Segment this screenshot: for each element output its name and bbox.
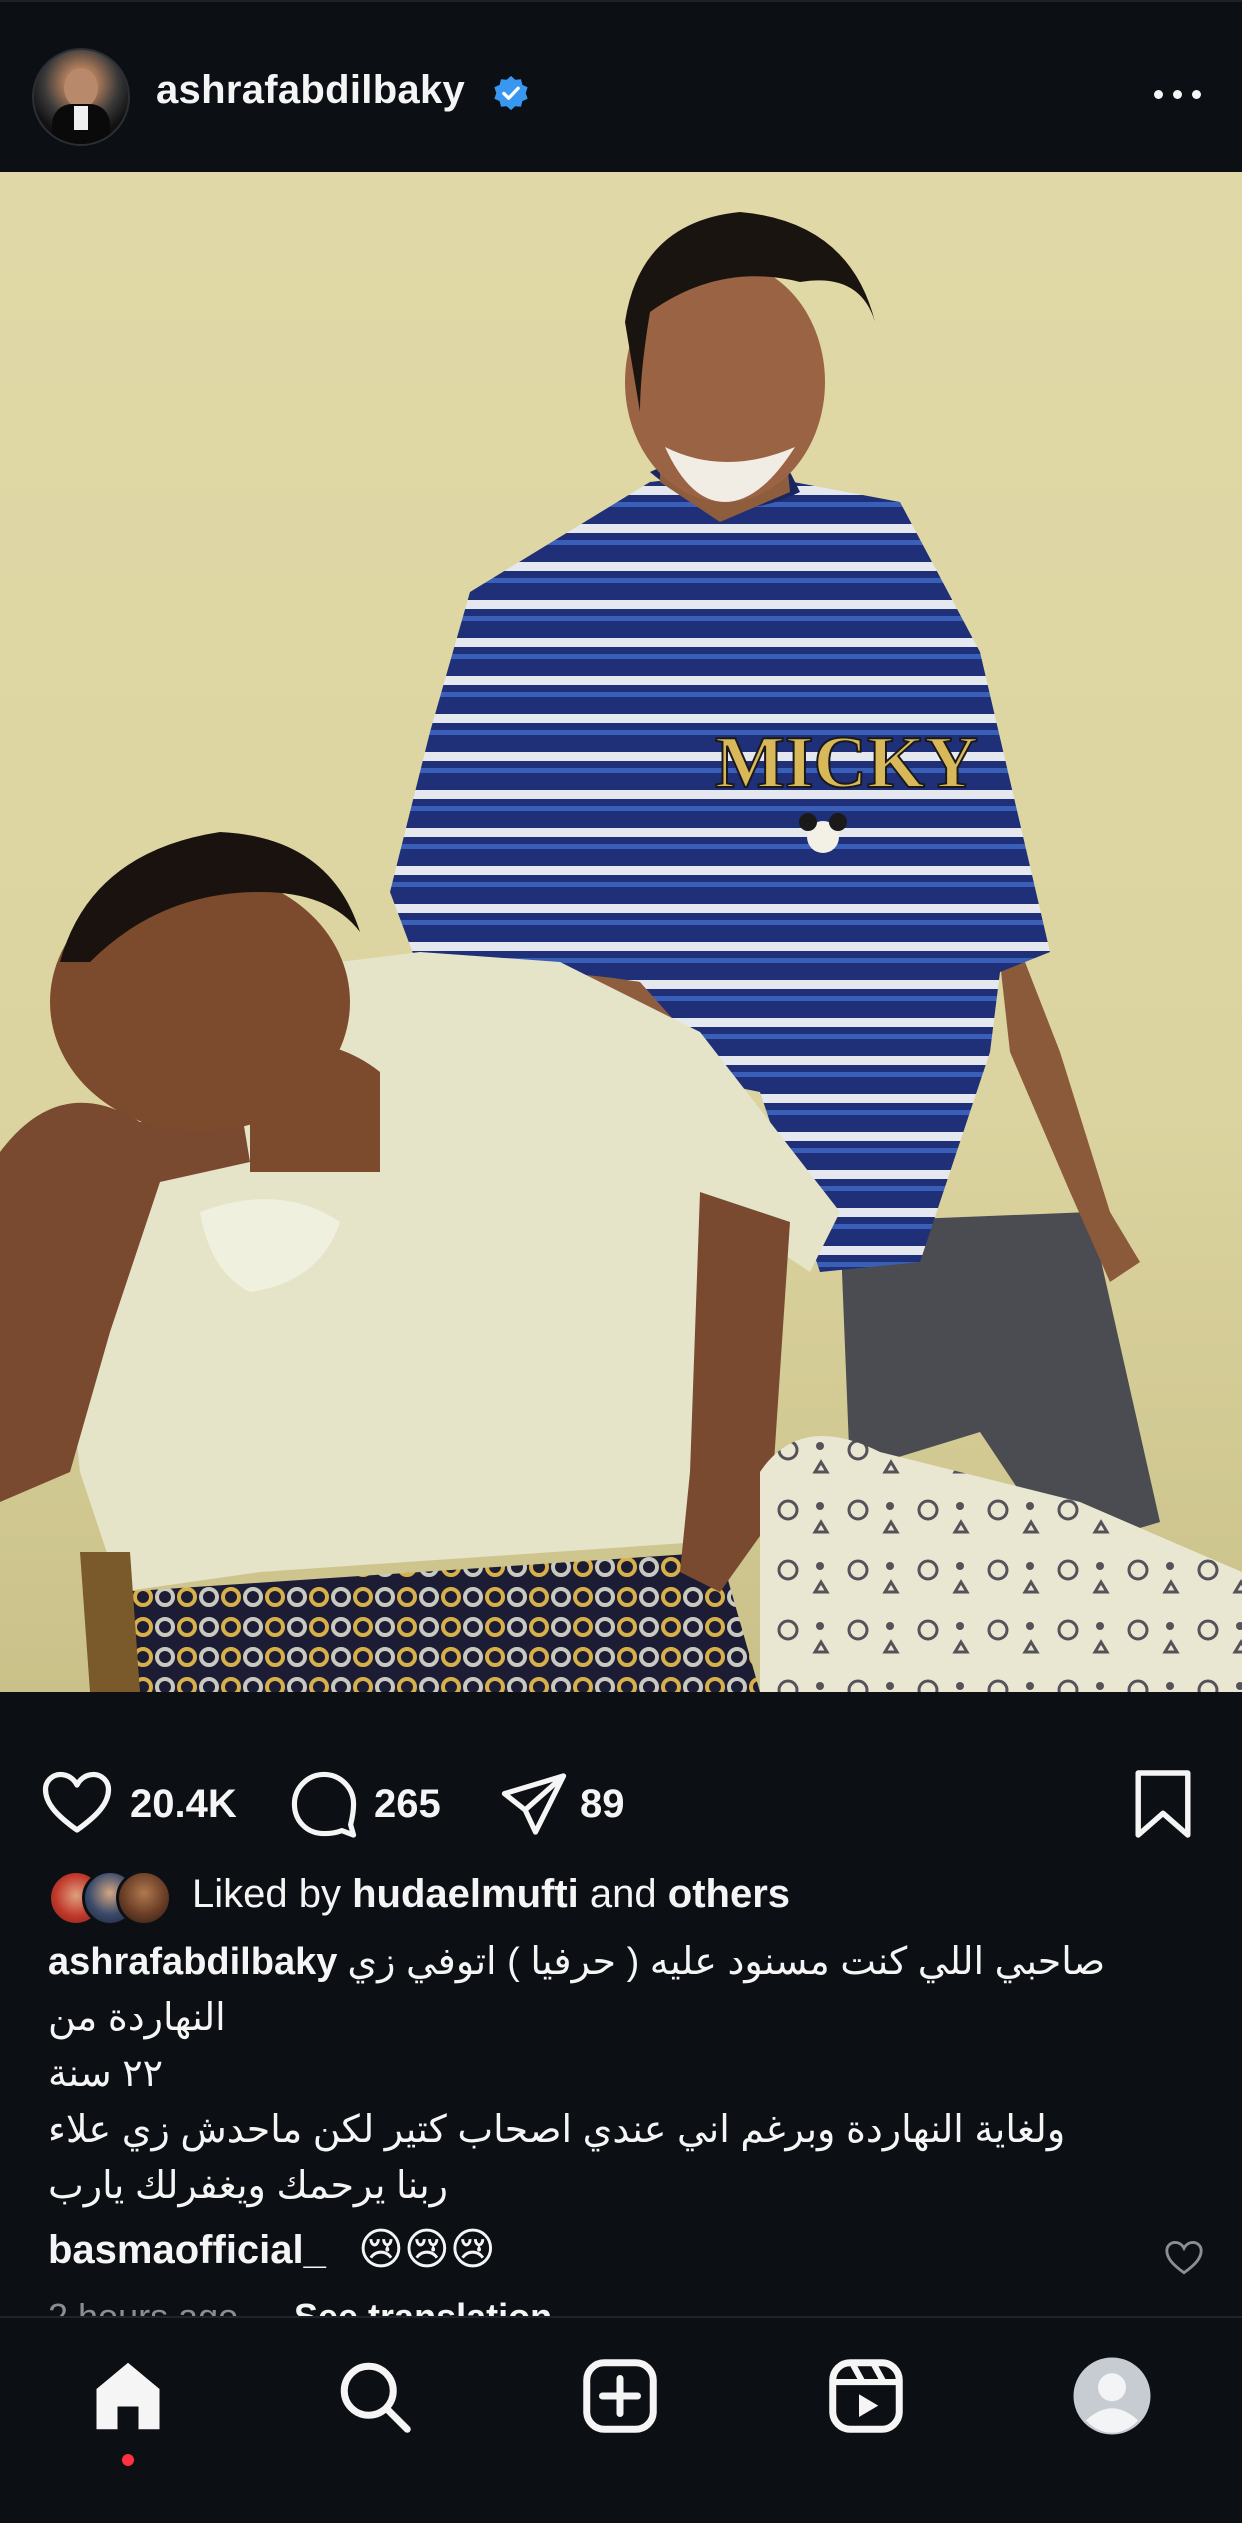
- avatar-face: [64, 68, 98, 108]
- comment-username[interactable]: basmaofficial_: [48, 2228, 326, 2273]
- home-notification-dot: [122, 2454, 134, 2466]
- caption-text-5: ربنا يرحمك ويغفرلك يارب: [48, 2165, 449, 2207]
- bottom-navigation: [0, 2316, 1242, 2523]
- more-dot-icon: [1192, 90, 1201, 99]
- comment-text: 😢😢😢: [358, 2225, 496, 2274]
- caption-text-2: النهاردة من: [48, 1997, 226, 2039]
- post-caption[interactable]: ashrafabdilbaky صاحبي اللي كنت مسنود عليه…: [48, 1934, 1168, 2214]
- create-post-icon[interactable]: [578, 2354, 662, 2438]
- caption-text-3: ٢٢ سنة: [48, 2053, 164, 2095]
- author-avatar[interactable]: [32, 48, 130, 146]
- likes-count[interactable]: 20.4K: [130, 1782, 237, 1827]
- instagram-post-screen: ashrafabdilbaky MICKY 20.4K 265 89 Liked…: [0, 0, 1242, 2523]
- caption-text-1: صاحبي اللي كنت مسنود عليه ( حرفيا ) اتوف…: [347, 1941, 1106, 1983]
- post-header: ashrafabdilbaky: [0, 0, 1242, 174]
- comments-count[interactable]: 265: [374, 1782, 441, 1827]
- liked-by-text[interactable]: Liked by hudaelmufti and others: [192, 1872, 790, 1917]
- caption-text-4: ولغاية النهاردة وبرغم اني عندي اصحاب كتي…: [48, 2109, 1066, 2151]
- comment-item: basmaofficial_ 😢😢😢: [48, 2218, 1208, 2288]
- author-username[interactable]: ashrafabdilbaky: [156, 68, 465, 113]
- post-photo[interactable]: MICKY: [0, 172, 1242, 1726]
- photo-illustration: MICKY: [0, 172, 1242, 1726]
- caption-line-1: ashrafabdilbaky صاحبي اللي كنت مسنود عليه…: [48, 1934, 1168, 1990]
- liked-by-prefix: Liked by: [192, 1872, 341, 1916]
- svg-text:MICKY: MICKY: [715, 722, 978, 804]
- liked-by-row[interactable]: Liked by hudaelmufti and others: [48, 1866, 1198, 1926]
- liked-by-others[interactable]: others: [668, 1872, 790, 1916]
- more-dot-icon: [1173, 90, 1182, 99]
- more-options-button[interactable]: [1148, 78, 1208, 108]
- bookmark-save-icon[interactable]: [1132, 1768, 1194, 1840]
- shares-count[interactable]: 89: [580, 1782, 625, 1827]
- search-icon[interactable]: [332, 2354, 416, 2438]
- home-icon[interactable]: [86, 2354, 170, 2438]
- liked-by-connector: and: [589, 1872, 657, 1916]
- like-heart-icon[interactable]: [40, 1770, 114, 1836]
- comment-bubble-icon[interactable]: [290, 1770, 358, 1838]
- verified-badge-icon: [494, 75, 528, 111]
- liker-avatar: [116, 1870, 172, 1926]
- more-dot-icon: [1154, 90, 1163, 99]
- comment-like-heart-icon[interactable]: [1164, 2240, 1204, 2276]
- post-actions: 20.4K 265 89: [0, 1740, 1242, 1860]
- profile-avatar-icon[interactable]: [1070, 2354, 1154, 2438]
- caption-username[interactable]: ashrafabdilbaky: [48, 1941, 337, 1983]
- share-send-icon[interactable]: [500, 1770, 568, 1838]
- avatar-shirt: [74, 106, 88, 130]
- reels-icon[interactable]: [824, 2354, 908, 2438]
- liked-by-user[interactable]: hudaelmufti: [352, 1872, 579, 1916]
